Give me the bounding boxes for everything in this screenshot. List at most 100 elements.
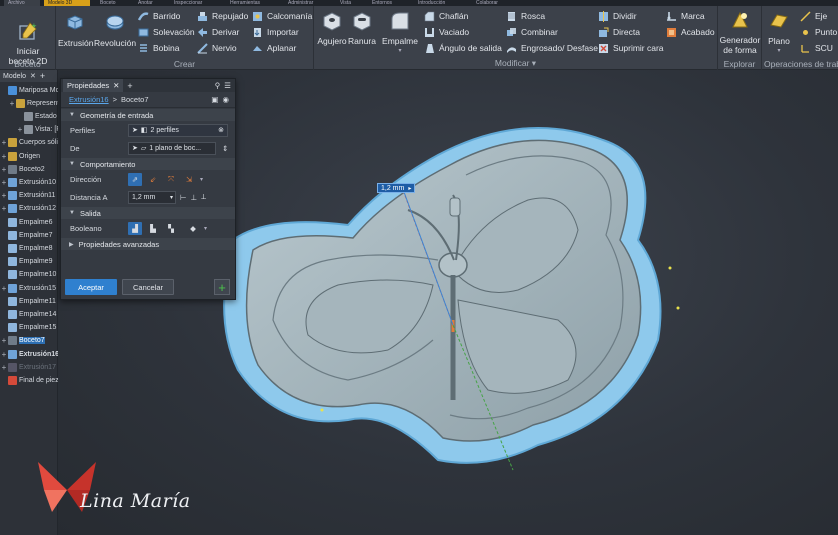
browser-tree-item[interactable]: + Extrusión16	[0, 348, 59, 360]
browser-tree-item[interactable]: + Extrusión17	[0, 361, 56, 373]
direction-flipped-icon[interactable]: ⇙	[146, 173, 160, 186]
revolve-button[interactable]: Revolución	[94, 12, 136, 48]
browser-tree-item[interactable]: + Extrusión11	[0, 190, 55, 202]
slot-button[interactable]: Ranura	[346, 10, 378, 46]
browser-tree-item[interactable]: + Boceto2	[0, 163, 45, 175]
decal-button[interactable]: Calcomanía	[252, 9, 312, 23]
properties-tab[interactable]: Propiedades ✕	[63, 79, 124, 92]
browser-tree-item[interactable]: Empalme8	[0, 242, 52, 254]
section-input-geometry[interactable]: ▼ Geometría de entrada	[61, 109, 235, 121]
browser-tree-item[interactable]: Empalme6	[0, 216, 52, 228]
coil-button[interactable]: Bobina	[138, 41, 179, 55]
search-icon[interactable]: ⚲	[215, 81, 221, 90]
cut-icon[interactable]: ▙	[146, 222, 160, 235]
preview-eye-icon[interactable]: ◉	[222, 95, 229, 104]
expand-icon[interactable]: +	[0, 152, 8, 161]
expand-icon[interactable]: +	[0, 178, 8, 187]
fillet-dropdown-icon[interactable]: ▾	[380, 46, 420, 56]
extrude-button[interactable]: Extrusión	[58, 12, 93, 48]
browser-tree-item[interactable]: Empalme14	[0, 308, 56, 320]
expand-icon[interactable]: +	[0, 204, 8, 213]
plane-dropdown-icon[interactable]: ▾	[764, 46, 794, 56]
distance-dimension-input[interactable]: 1,2 mm ▸	[377, 183, 416, 193]
browser-tree-item[interactable]: + Extrusión10	[0, 176, 56, 188]
point-button[interactable]: Punto	[800, 25, 837, 39]
import-button[interactable]: Importar	[252, 25, 299, 39]
split-button[interactable]: Dividir	[598, 9, 637, 23]
flip-icon[interactable]: ⇕	[222, 144, 228, 153]
browser-tree-item[interactable]: Empalme11	[0, 295, 56, 307]
clear-icon[interactable]: ⊗	[218, 126, 224, 134]
chamfer-button[interactable]: Chaflán	[424, 9, 468, 23]
browser-tree-item[interactable]: + Extrusión12	[0, 203, 56, 215]
intersect-icon[interactable]: ▚	[164, 222, 178, 235]
browser-tree-item[interactable]: Empalme15	[0, 322, 56, 334]
section-advanced[interactable]: ▶ Propiedades avanzadas	[61, 238, 235, 250]
to-icon[interactable]: ⊢	[180, 193, 187, 202]
from-selector[interactable]: ➤ ▱ 1 plano de boc...	[128, 141, 216, 155]
feature-link[interactable]: Extrusión16	[69, 95, 109, 104]
derive-button[interactable]: Derivar	[197, 25, 239, 39]
browser-tree-item[interactable]: + Origen	[0, 150, 40, 162]
expand-icon[interactable]: +	[0, 336, 8, 345]
section-behavior[interactable]: ▼ Comportamiento	[61, 158, 235, 170]
menu-icon[interactable]: ☰	[224, 81, 231, 90]
ucs-button[interactable]: SCU	[800, 41, 833, 55]
delete-face-button[interactable]: Suprimir cara	[598, 41, 664, 55]
axis-button[interactable]: Eje	[800, 9, 827, 23]
expand-icon[interactable]: +	[0, 284, 8, 293]
chevron-down-icon[interactable]: ▾	[170, 194, 173, 201]
thread-button[interactable]: Rosca	[506, 9, 545, 23]
browser-tree-item[interactable]: + Boceto7	[0, 335, 45, 347]
add-tab-icon[interactable]: +	[40, 71, 45, 81]
finish-button[interactable]: Acabado	[666, 25, 715, 39]
apply-and-new-button[interactable]: +	[214, 279, 230, 295]
browser-tab-model[interactable]: Modelo	[3, 73, 26, 80]
plane-button[interactable]: Plano ▾	[764, 10, 794, 56]
join-icon[interactable]: ▟	[128, 221, 142, 235]
cancel-button[interactable]: Cancelar	[122, 279, 174, 295]
direction-asymmetric-icon[interactable]: ⇲	[182, 173, 196, 186]
hole-button[interactable]: Agujero	[316, 10, 348, 46]
combine-button[interactable]: Combinar	[506, 25, 558, 39]
distance-input[interactable]: 1,2 mm ▾	[128, 190, 176, 204]
browser-tree-item[interactable]: Empalme7	[0, 229, 52, 241]
profiles-selector[interactable]: ➤ ◧ 2 perfiles ⊗	[128, 123, 228, 137]
expand-icon[interactable]: +	[8, 99, 16, 108]
expand-icon[interactable]: +	[0, 191, 8, 200]
direction-default-icon[interactable]: ⇗	[128, 172, 142, 186]
thicken-offset-button[interactable]: Engrosado/ Desfase	[506, 41, 598, 55]
rib-button[interactable]: Nervio	[197, 41, 237, 55]
expand-icon[interactable]: +	[0, 350, 8, 359]
mark-button[interactable]: Marca	[666, 9, 705, 23]
panel-modify-dropdown-icon[interactable]: ▾	[532, 58, 536, 68]
new-solid-icon[interactable]: ◆	[186, 222, 200, 235]
section-output[interactable]: ▼ Salida	[61, 207, 235, 219]
shell-button[interactable]: Vaciado	[424, 25, 469, 39]
unwrap-button[interactable]: Aplanar	[252, 41, 296, 55]
to-next-icon[interactable]: ⊥	[191, 193, 198, 202]
fillet-button[interactable]: Empalme ▾	[380, 10, 420, 56]
browser-tree-item[interactable]: Estado	[0, 110, 57, 122]
expand-icon[interactable]: +	[0, 138, 8, 147]
through-all-icon[interactable]: ⟂	[201, 192, 206, 202]
browser-tree-item[interactable]: Final de pieza	[0, 374, 63, 386]
direction-dropdown-icon[interactable]: ▾	[200, 176, 203, 183]
expand-icon[interactable]: +	[0, 363, 8, 372]
browser-tree-item[interactable]: Empalme10	[0, 269, 56, 281]
emboss-button[interactable]: Repujado	[197, 9, 248, 23]
draft-button[interactable]: Ángulo de salida	[424, 41, 502, 55]
add-tab-icon[interactable]: +	[127, 81, 132, 91]
direction-symmetric-icon[interactable]: ⤧	[164, 173, 178, 186]
accept-button[interactable]: Aceptar	[65, 279, 117, 295]
close-icon[interactable]: ✕	[30, 72, 36, 80]
browser-tree-item[interactable]: + Extrusión15	[0, 282, 56, 294]
shape-generator-button[interactable]: Generador de forma	[718, 9, 762, 55]
loft-button[interactable]: Solevación	[138, 25, 195, 39]
browser-tree-item[interactable]: Empalme9	[0, 256, 52, 268]
expand-icon[interactable]: +	[0, 165, 8, 174]
expand-icon[interactable]: +	[16, 125, 24, 134]
sweep-button[interactable]: Barrido	[138, 9, 180, 23]
boolean-dropdown-icon[interactable]: ▾	[204, 225, 207, 232]
direct-edit-button[interactable]: Directa	[598, 25, 640, 39]
